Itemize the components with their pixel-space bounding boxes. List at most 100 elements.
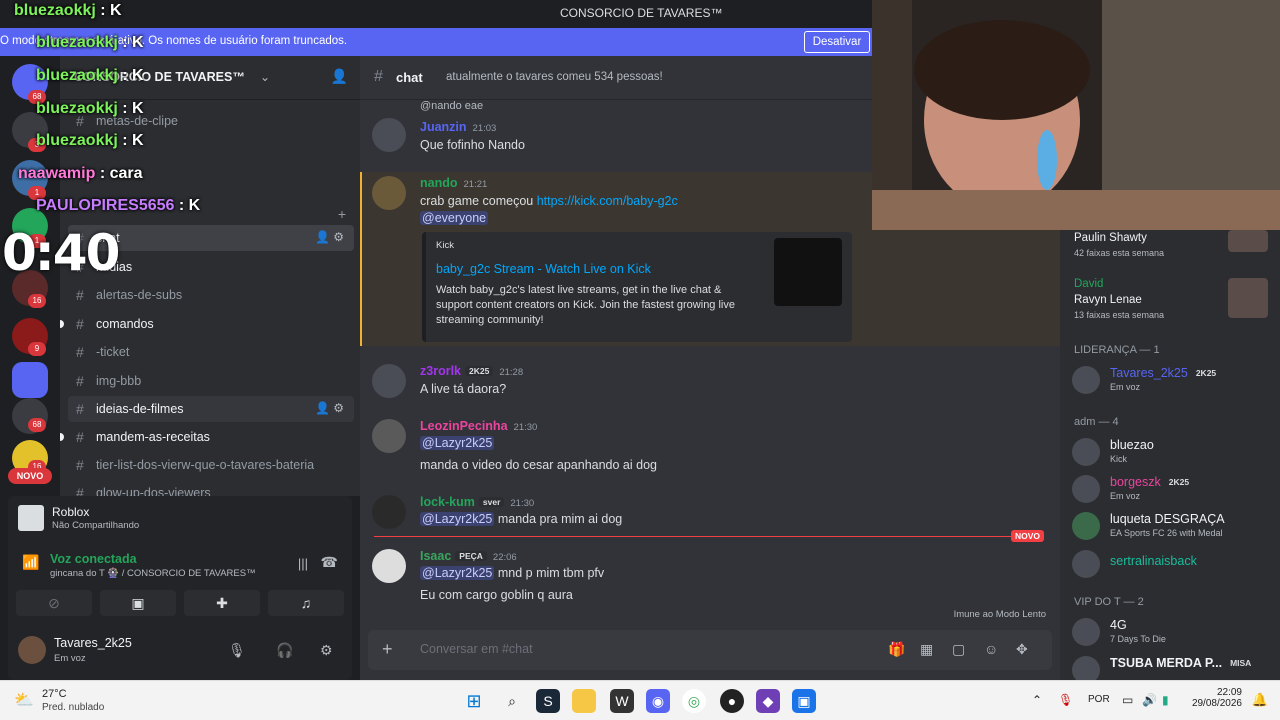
start-icon[interactable]: ⊞ xyxy=(462,689,486,713)
microphone-icon[interactable]: 🎙 xyxy=(1058,693,1073,707)
chevron-up-icon[interactable]: ⌃ xyxy=(1032,693,1042,707)
avatar[interactable] xyxy=(372,364,406,398)
folder-icon[interactable] xyxy=(572,689,596,713)
chrome-icon[interactable]: ◎ xyxy=(682,689,706,713)
disable-streamer-mode-button[interactable]: Desativar xyxy=(804,31,870,53)
channel-img-bbb[interactable]: # img-bbb xyxy=(60,368,360,394)
language-indicator[interactable]: POR xyxy=(1088,694,1110,705)
channel-topic[interactable]: atualmente o tavares comeu 534 pessoas! xyxy=(446,71,663,83)
gear-icon[interactable]: ⚙ xyxy=(320,642,333,659)
volume-icon[interactable]: 🔊 xyxy=(1142,693,1157,707)
webcam-overlay xyxy=(872,0,1280,230)
screen-share-button[interactable]: ▣ xyxy=(100,590,176,616)
member[interactable]: sertralinaisback xyxy=(1072,548,1272,582)
author[interactable]: nando 21:21 xyxy=(420,176,487,190)
mention[interactable]: @Lazyr2k25 xyxy=(420,566,495,580)
author[interactable]: Isaac PEÇA 22:06 xyxy=(420,549,517,563)
disconnect-icon[interactable]: ☎ xyxy=(321,554,338,571)
music-activity[interactable]: Paulin Shawty 42 faixas esta semana xyxy=(1060,230,1280,278)
author[interactable]: LeozinPecinha 21:30 xyxy=(420,419,537,433)
avatar[interactable] xyxy=(372,419,406,453)
new-servers-pill[interactable]: NOVO xyxy=(8,468,52,484)
activity-panel[interactable]: Roblox Não Compartilhando xyxy=(8,496,352,540)
plus-icon[interactable]: + xyxy=(382,639,393,660)
music-activity[interactable]: David Ravyn Lenae 13 faixas esta semana xyxy=(1060,276,1280,324)
channel-settings-icons[interactable]: 👤 ⚙ xyxy=(315,230,344,244)
add-user-icon[interactable]: 👤 xyxy=(331,68,348,85)
avatar[interactable] xyxy=(372,118,406,152)
weather-icon[interactable]: ⛅ xyxy=(14,690,34,710)
sticker-icon[interactable]: ▢ xyxy=(952,641,965,658)
create-channel-icon[interactable]: + xyxy=(338,206,346,222)
search-icon[interactable]: ⌕ xyxy=(500,689,524,713)
member[interactable]: bluezao Kick xyxy=(1072,436,1272,470)
message[interactable]: z3rorlk 2K25 21:28 A live tá daora? xyxy=(360,362,1060,402)
discord-icon[interactable]: ◉ xyxy=(646,689,670,713)
network-icon[interactable]: ▭ xyxy=(1122,693,1133,707)
avatar[interactable] xyxy=(18,636,46,664)
soundboard-button[interactable]: ♫ xyxy=(268,590,344,616)
channel-mandem-as-receitas[interactable]: # mandem-as-receitas xyxy=(60,424,360,450)
member[interactable]: luqueta DESGRAÇA EA Sports FC 26 with Med… xyxy=(1072,510,1272,544)
message[interactable]: LeozinPecinha 21:30 @Lazyr2k25 manda o vi… xyxy=(360,417,1060,473)
member[interactable]: Tavares_2k25 2K25 Em voz xyxy=(1072,364,1272,398)
voice-channel[interactable]: gincana do T 🎡 / CONSORCIO DE TAVARES™ xyxy=(50,568,256,579)
author[interactable]: z3rorlk 2K25 21:28 xyxy=(420,364,523,378)
member[interactable]: 4G 7 Days To Die xyxy=(1072,616,1272,650)
link-embed: Kick baby_g2c Stream - Watch Live on Kic… xyxy=(422,232,852,342)
member-name: 4G xyxy=(1110,618,1127,632)
microphone-icon[interactable]: 🎙 xyxy=(228,642,246,659)
author[interactable]: Juanzin 21:03 xyxy=(420,120,496,134)
role-header: LIDERANÇA — 1 xyxy=(1074,344,1160,356)
channel-ideias-de-filmes[interactable]: # ideias-de-filmes 👤 ⚙ xyxy=(68,396,354,422)
gift-icon[interactable]: 🎁 xyxy=(888,641,905,658)
channel-glow-up[interactable]: # glow-up-dos-viewers xyxy=(60,480,360,496)
member-name: sertralinaisback xyxy=(1110,554,1197,568)
embed-description: Watch baby_g2c's latest live streams, ge… xyxy=(436,284,735,326)
message[interactable]: Isaac PEÇA 22:06 @Lazyr2k25 mnd p mim tbm … xyxy=(360,547,1060,607)
app-icon[interactable]: ▣ xyxy=(792,689,816,713)
avatar[interactable] xyxy=(372,495,406,529)
member[interactable]: TSUBA MERDA P... MISA xyxy=(1072,654,1272,680)
mention[interactable]: @Lazyr2k25 xyxy=(420,512,495,526)
track-artist: Ravyn Lenae xyxy=(1074,294,1142,306)
headphones-icon[interactable]: 🎧 xyxy=(276,642,293,659)
activities-button[interactable]: ✚ xyxy=(184,590,260,616)
message-link[interactable]: https://kick.com/baby-g2c xyxy=(537,194,678,208)
obs-icon[interactable]: ● xyxy=(720,689,744,713)
embed-title[interactable]: baby_g2c Stream - Watch Live on Kick xyxy=(436,262,651,276)
steam-icon[interactable]: S xyxy=(536,689,560,713)
channel-ticket[interactable]: # -ticket xyxy=(60,339,360,365)
embed-thumbnail[interactable] xyxy=(774,238,842,306)
apps-icon[interactable]: ✥ xyxy=(1016,641,1028,658)
noise-suppression-icon[interactable]: ||| xyxy=(298,556,308,571)
battery-icon[interactable]: ▮ xyxy=(1162,693,1169,707)
camera-off-button[interactable]: ⊘ xyxy=(16,590,92,616)
overlay-chat-line: bluezaokkj : K xyxy=(36,34,144,51)
avatar[interactable] xyxy=(372,176,406,210)
mention[interactable]: @everyone xyxy=(420,211,489,225)
clock[interactable]: 22:09 29/08/2026 xyxy=(1192,687,1242,709)
message[interactable]: lock-kum sver 21:30 @Lazyr2k25 manda pra m… xyxy=(360,493,1060,533)
voice-status: Voz conectada xyxy=(50,552,137,566)
channel-alertas-de-subs[interactable]: # alertas-de-subs xyxy=(60,282,360,308)
folder-icon[interactable] xyxy=(12,362,48,398)
author[interactable]: lock-kum sver 21:30 xyxy=(420,495,534,509)
member[interactable]: borgeszk 2K25 Em voz xyxy=(1072,473,1272,507)
message-composer[interactable]: + Conversar em #chat 🎁 ▦ ▢ ☺ ✥ xyxy=(368,630,1052,670)
mention[interactable]: @Lazyr2k25 xyxy=(420,436,495,450)
emoji-icon[interactable]: ☺ xyxy=(984,641,998,657)
reply-preview[interactable]: @nando eae xyxy=(420,100,483,112)
channel-comandos[interactable]: # comandos xyxy=(60,311,360,337)
message-input[interactable]: Conversar em #chat xyxy=(420,642,533,656)
avatar[interactable] xyxy=(372,549,406,583)
notification-icon[interactable]: 🔔 xyxy=(1252,692,1268,708)
weather-temp[interactable]: 27°C xyxy=(42,688,67,700)
channel-settings-icons[interactable]: 👤 ⚙ xyxy=(315,401,344,415)
slowmode-notice: Imune ao Modo Lento xyxy=(953,609,1046,620)
app-icon[interactable]: W xyxy=(610,689,634,713)
app-icon[interactable]: ◆ xyxy=(756,689,780,713)
channel-tier-list[interactable]: # tier-list-dos-vierw-que-o-tavares-bater… xyxy=(60,452,360,478)
hash-icon: # xyxy=(76,457,84,473)
gif-icon[interactable]: ▦ xyxy=(920,641,933,658)
